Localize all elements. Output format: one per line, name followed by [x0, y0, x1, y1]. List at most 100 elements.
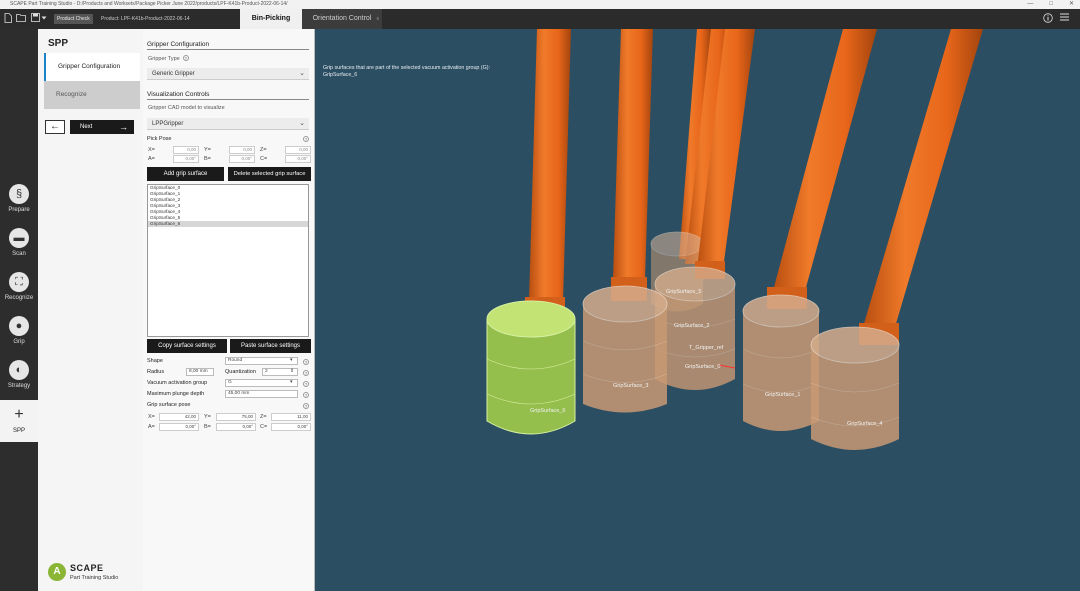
arrow-right-icon: →	[119, 122, 128, 132]
nav-prepare[interactable]: § Prepare	[0, 179, 38, 223]
pick-pose-y[interactable]: 0,00	[229, 146, 255, 154]
new-file-icon[interactable]	[3, 13, 13, 24]
pick-pose-x[interactable]: 0,00	[173, 146, 199, 154]
divider	[147, 99, 309, 100]
strategy-icon: ◐	[9, 360, 29, 380]
shape-select[interactable]: Round ▾	[225, 357, 298, 365]
tab-orientation-control[interactable]: Orientation Control x	[302, 9, 382, 29]
coord-label-x: X=	[148, 414, 155, 420]
pick-pose-b[interactable]: 0,00°	[229, 155, 255, 163]
grip-surface-list[interactable]: GripSurface_0 GripSurface_1 GripSurface_…	[147, 184, 309, 337]
logo-mark: A	[48, 563, 66, 581]
nav-label: Grip	[13, 339, 25, 345]
plunge-depth-input[interactable]: 45,00 mm	[225, 390, 298, 398]
coord-label-x: X=	[148, 147, 155, 153]
radius-label: Radius	[147, 369, 165, 375]
pick-pose-c[interactable]: 0,00°	[285, 155, 311, 163]
nav-recognize[interactable]: ⛶ Recognize	[0, 267, 38, 311]
nav-strategy[interactable]: ◐ Strategy	[0, 355, 38, 399]
nav-label: SPP	[12, 428, 25, 434]
maximize-button[interactable]: □	[1049, 0, 1053, 9]
vacuum-group-info: Grip surfaces that are part of the selec…	[323, 65, 490, 79]
list-item-selected[interactable]: GripSurface_6	[148, 221, 308, 227]
dropdown-icon[interactable]	[40, 13, 47, 24]
pick-pose-a[interactable]: 0,00°	[173, 155, 199, 163]
gripper-scene: GripSurface_5 GripSurface_2 T_Gripper_re…	[486, 29, 983, 450]
copy-surface-settings-button[interactable]: Copy surface settings	[147, 339, 227, 353]
open-folder-icon[interactable]	[16, 13, 26, 24]
product-check-button[interactable]: Product Check	[54, 14, 93, 24]
help-icon[interactable]: ?	[303, 136, 309, 142]
toolbar: Product Check Product: LPF-K41b-Product-…	[0, 9, 1080, 29]
delete-grip-surface-button[interactable]: Delete selected grip surface	[228, 167, 311, 181]
title-bar: SCAPE Part Training Studio - D:/Products…	[0, 0, 1080, 9]
label-gripsurface-4: GripSurface_4	[847, 421, 882, 427]
add-grip-surface-button[interactable]: Add grip surface	[147, 167, 224, 181]
page-title: SPP	[48, 38, 69, 49]
nav-label: Scan	[12, 251, 26, 257]
left-nav: § Prepare ▬ Scan ⛶ Recognize ● Grip ◐ St…	[0, 29, 38, 591]
gripper-type-text: Gripper Type	[148, 56, 180, 62]
quantization-value: 2	[265, 369, 268, 374]
window-title: SCAPE Part Training Studio - D:/Products…	[10, 1, 288, 7]
minimize-button[interactable]: —	[1027, 0, 1033, 9]
nav-scan[interactable]: ▬ Scan	[0, 223, 38, 267]
coord-label-a: A=	[148, 424, 155, 430]
gripper-rod	[859, 29, 983, 345]
back-button[interactable]: ←	[45, 120, 65, 134]
info-line: GripSurface_6	[323, 72, 358, 78]
info-line: Grip surfaces that are part of the selec…	[323, 65, 490, 71]
paste-surface-settings-button[interactable]: Paste surface settings	[230, 339, 311, 353]
nav-label: Prepare	[8, 207, 30, 213]
label-gripsurface-2: GripSurface_2	[674, 323, 709, 329]
help-icon[interactable]: ?	[303, 392, 309, 398]
pick-pose-z[interactable]: 0,00	[285, 146, 311, 154]
coord-label-b: B=	[204, 156, 211, 162]
product-path: Product: LPF-K41b-Product-2022-06-14	[101, 16, 190, 22]
step-column: SPP Gripper Configuration Recognize ← Ne…	[38, 29, 143, 591]
3d-viewport[interactable]: GripSurface_5 GripSurface_2 T_Gripper_re…	[315, 29, 1080, 591]
grip-pose-a[interactable]: 0,00°	[159, 423, 199, 431]
help-icon[interactable]: ?	[303, 370, 309, 376]
coord-label-y: Y=	[204, 414, 211, 420]
help-icon[interactable]: ?	[303, 359, 309, 365]
help-icon[interactable]: ?	[182, 55, 189, 61]
label-gripsurface-5: GripSurface_5	[666, 289, 701, 295]
label-t-gripper-ref: T_Gripper_ref	[689, 345, 724, 351]
grip-pose-z[interactable]: 11,00	[271, 413, 311, 421]
coord-label-c: C=	[260, 424, 268, 430]
grip-pose-b[interactable]: 0,00°	[216, 423, 256, 431]
help-icon[interactable]: ?	[303, 403, 309, 409]
arrow-left-icon: ←	[50, 121, 60, 132]
gripper-type-label: Gripper Type?	[148, 55, 189, 62]
coord-label-a: A=	[148, 156, 155, 162]
grip-pose-c[interactable]: 0,00°	[271, 423, 311, 431]
recognize-icon: ⛶	[9, 272, 29, 292]
vacuum-group-select[interactable]: G ▾	[225, 379, 298, 387]
tab-close-icon[interactable]: x	[377, 9, 380, 29]
grip-icon: ●	[9, 316, 29, 336]
shape-value: Round	[228, 358, 243, 363]
nav-grip[interactable]: ● Grip	[0, 311, 38, 355]
gripper-type-value: Generic Gripper	[152, 71, 195, 77]
info-icon[interactable]	[1042, 13, 1053, 24]
menu-icon[interactable]	[1059, 13, 1070, 24]
quantization-input[interactable]: 2 ⇕	[262, 368, 298, 376]
gripper-config-heading: Gripper Configuration	[147, 41, 210, 48]
save-icon[interactable]	[30, 13, 40, 24]
step-recognize[interactable]: Recognize	[44, 81, 140, 109]
nav-spp[interactable]: + SPP	[0, 400, 38, 442]
step-gripper-configuration[interactable]: Gripper Configuration	[44, 53, 140, 81]
scape-logo: A SCAPE Part Training Studio	[48, 562, 148, 586]
cad-model-select[interactable]: LPPGripper ⌄	[147, 118, 309, 130]
close-button[interactable]: ✕	[1069, 0, 1074, 9]
radius-input[interactable]: 8,00 mm	[186, 368, 214, 376]
grip-pose-x[interactable]: 42,00	[159, 413, 199, 421]
gripper-type-select[interactable]: Generic Gripper ⌄	[147, 68, 309, 80]
tab-bin-picking[interactable]: Bin-Picking	[240, 9, 302, 29]
quantization-label: Quantization	[225, 369, 256, 375]
next-button[interactable]: Next →	[70, 120, 134, 134]
grip-pose-y[interactable]: 75,00	[216, 413, 256, 421]
divider	[147, 49, 309, 50]
help-icon[interactable]: ?	[303, 381, 309, 387]
